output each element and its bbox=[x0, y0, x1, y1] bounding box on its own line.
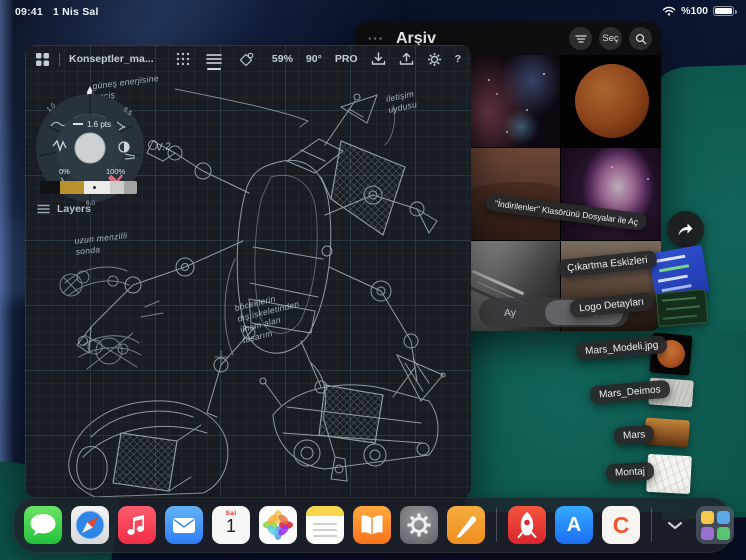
dock: Sal 1 A C bbox=[13, 497, 734, 553]
sort-lines-icon bbox=[574, 34, 587, 43]
zoom-level[interactable]: 59% bbox=[272, 53, 293, 65]
photo-orion-nebula[interactable] bbox=[561, 148, 661, 240]
layers-icon bbox=[37, 204, 50, 214]
document-title[interactable]: Konseptler_ma... bbox=[69, 53, 154, 65]
select-button[interactable]: Seç bbox=[599, 27, 622, 50]
music-app-icon[interactable] bbox=[118, 506, 156, 544]
battery-percent: %100 bbox=[681, 5, 708, 17]
app-library-tile bbox=[716, 510, 730, 524]
mail-app-icon[interactable] bbox=[165, 506, 203, 544]
app-library-tile bbox=[700, 510, 714, 524]
swatch-white-selected[interactable] bbox=[84, 181, 110, 194]
lines-tool-icon[interactable] bbox=[205, 53, 222, 65]
concepts-glyph: C bbox=[612, 511, 630, 538]
more-icon[interactable]: ··· bbox=[368, 31, 384, 46]
rocket-app-icon[interactable] bbox=[508, 506, 546, 544]
app-library-icon[interactable] bbox=[696, 506, 734, 544]
search-icon bbox=[635, 33, 646, 44]
app-library-tile bbox=[716, 526, 730, 540]
photo-mars-surface[interactable] bbox=[458, 148, 560, 240]
swatch-gold[interactable] bbox=[60, 181, 84, 194]
notes-line bbox=[313, 529, 337, 531]
layers-label: Layers bbox=[57, 203, 91, 215]
books-app-icon[interactable] bbox=[353, 506, 391, 544]
sort-button[interactable] bbox=[569, 27, 592, 50]
tab-month[interactable]: Ay bbox=[479, 307, 541, 319]
desk-mat-lower bbox=[466, 330, 746, 512]
messages-app-icon[interactable] bbox=[24, 506, 62, 544]
toolbar-divider bbox=[59, 52, 60, 66]
app-store-glyph: A bbox=[566, 513, 582, 536]
search-button[interactable] bbox=[629, 27, 652, 50]
ipad-screen: ··· Arşiv Seç Ay Tümü Konseptler_ma... 5… bbox=[0, 0, 746, 560]
notes-yellow-band bbox=[306, 506, 344, 516]
selection-tool-icon[interactable] bbox=[238, 52, 254, 67]
date: 1 Nis Sal bbox=[52, 6, 99, 18]
dot-grid-tool-icon[interactable] bbox=[176, 52, 190, 66]
dock-collapse-chevron[interactable] bbox=[663, 521, 687, 530]
color-swatch-strip[interactable] bbox=[40, 181, 137, 194]
status-bar: 09:41 1 Nis Sal %100 bbox=[0, 0, 746, 24]
drawing-app-icon[interactable] bbox=[447, 506, 485, 544]
dock-divider bbox=[496, 508, 497, 542]
wifi-icon bbox=[662, 6, 676, 16]
app-grid-icon[interactable] bbox=[35, 52, 50, 67]
concepts-app-icon[interactable]: C bbox=[602, 506, 640, 544]
safari-app-icon[interactable] bbox=[71, 506, 109, 544]
chevron-down-icon bbox=[667, 521, 683, 529]
clock: 09:41 bbox=[15, 6, 43, 18]
tab-all-selected[interactable]: Tümü bbox=[545, 300, 623, 325]
pro-badge[interactable]: PRO bbox=[335, 53, 358, 65]
swatch-black[interactable] bbox=[40, 181, 60, 194]
photos-view-tabs: Ay Tümü bbox=[479, 298, 629, 327]
dock-divider bbox=[651, 508, 652, 542]
calendar-day: 1 bbox=[225, 516, 236, 536]
opacity-min-label: 0% bbox=[59, 167, 70, 176]
settings-gear-icon[interactable] bbox=[427, 52, 442, 67]
battery-icon bbox=[713, 5, 737, 17]
settings-app-icon[interactable] bbox=[400, 506, 438, 544]
calendar-app-icon[interactable]: Sal 1 bbox=[212, 506, 250, 544]
concepts-toolbar: Konseptler_ma... 59% 90° PRO ? bbox=[25, 45, 471, 73]
layers-button[interactable]: Layers bbox=[37, 203, 91, 215]
photo-horsehead-nebula[interactable] bbox=[458, 55, 560, 147]
help-button[interactable]: ? bbox=[455, 53, 461, 65]
notes-app-icon[interactable] bbox=[306, 506, 344, 544]
app-library-tile bbox=[700, 526, 714, 540]
rotation-value[interactable]: 90° bbox=[306, 53, 322, 65]
brush-size-label: 1.6 pts bbox=[87, 120, 111, 129]
photos-app-icon[interactable] bbox=[259, 506, 297, 544]
import-icon[interactable] bbox=[371, 52, 386, 66]
app-store-icon[interactable]: A bbox=[555, 506, 593, 544]
swatch-lightgray[interactable] bbox=[110, 181, 124, 194]
swatch-gray[interactable] bbox=[124, 181, 137, 194]
opacity-max-label: 100% bbox=[106, 167, 126, 176]
notes-line bbox=[313, 523, 337, 525]
photo-mars-globe[interactable] bbox=[561, 55, 661, 147]
notes-line bbox=[313, 535, 337, 537]
export-icon[interactable] bbox=[399, 52, 414, 66]
concepts-window: Konseptler_ma... 59% 90° PRO ? 1.0 5.5 6… bbox=[25, 45, 471, 497]
annotation-version: V.2 bbox=[155, 140, 172, 155]
